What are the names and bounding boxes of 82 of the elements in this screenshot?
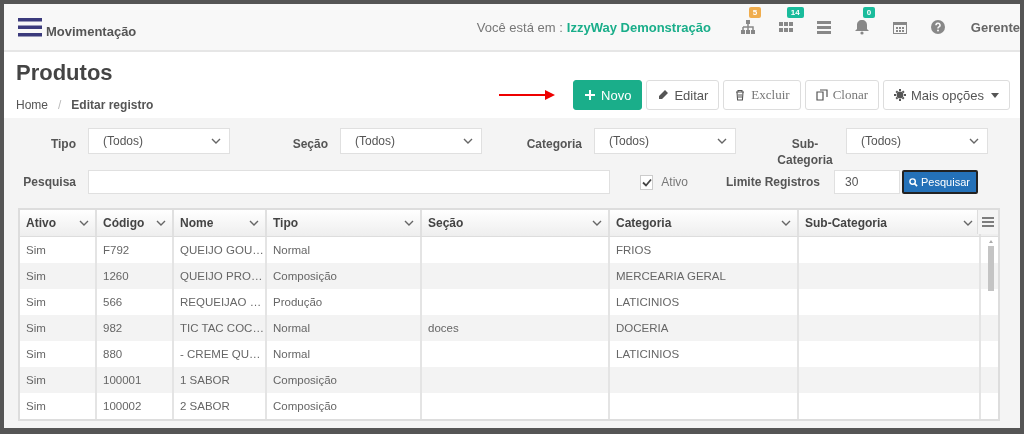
table-cell: Normal	[267, 315, 422, 341]
table-cell: doces	[422, 315, 610, 341]
sort-chevron-icon	[592, 219, 602, 227]
caret-icon	[991, 92, 999, 98]
ativo-checkbox[interactable]	[640, 174, 654, 190]
table-cell: Composição	[267, 393, 422, 419]
notification-badge: 5	[748, 7, 762, 18]
column-header[interactable]: Seção	[422, 210, 610, 236]
table-cell: Composição	[267, 263, 422, 289]
table-cell: QUEIJO PRO…	[174, 263, 267, 289]
table-cell: 100001	[97, 367, 174, 393]
column-header[interactable]: Nome	[174, 210, 267, 236]
table-cell: DOCERIA	[610, 315, 799, 341]
table-cell: Sim	[20, 263, 97, 289]
limit-field[interactable]: 30	[834, 170, 900, 194]
table-cell: 1 SABOR	[174, 367, 267, 393]
table-cell: Composição	[267, 367, 422, 393]
sitemap-icon[interactable]	[739, 19, 756, 35]
sort-chevron-icon	[404, 219, 414, 227]
column-header[interactable]: Tipo	[267, 210, 422, 236]
gear-icon	[894, 89, 906, 101]
filter-label: Categoria	[525, 136, 583, 152]
menu-icon	[982, 217, 994, 227]
chevron-icon	[463, 137, 473, 145]
menu-icon[interactable]	[18, 17, 42, 37]
table-cell: 100002	[97, 393, 174, 419]
grid-icon[interactable]	[777, 19, 794, 35]
bell-icon[interactable]	[853, 19, 870, 35]
column-header[interactable]: Categoria	[610, 210, 799, 236]
sort-chevron-icon	[249, 219, 259, 227]
filter-label: Seção	[291, 136, 329, 152]
column-header[interactable]: Ativo	[20, 210, 97, 236]
filter-label: Tipo	[49, 136, 77, 152]
breadcrumb-item[interactable]: Home	[16, 98, 48, 112]
location-label: Você está em :	[476, 19, 563, 35]
notification-badge: 14	[786, 7, 804, 18]
page-title: Produtos	[16, 60, 114, 86]
filter-label: Limite Registros	[724, 174, 821, 190]
search-icon	[909, 177, 918, 187]
column-menu-button[interactable]	[977, 210, 998, 234]
copy-icon	[815, 89, 828, 101]
toolbar-button[interactable]: Clonar	[804, 80, 879, 110]
arrow-icon	[499, 90, 556, 100]
menu-title: Movimentação	[46, 23, 137, 39]
list-icon[interactable]	[815, 19, 832, 35]
chevron-icon	[211, 137, 221, 145]
table-cell: MERCEARIA GERAL	[610, 263, 799, 289]
sort-chevron-icon	[781, 219, 791, 227]
breadcrumb-item: Editar registro	[71, 98, 154, 112]
filter-select[interactable]: (Todos)	[88, 128, 230, 154]
chevron-icon	[969, 137, 979, 145]
filter-select[interactable]: (Todos)	[846, 128, 988, 154]
user-menu[interactable]: Gerente	[970, 19, 1020, 35]
table-cell: TIC TAC COC…	[174, 315, 267, 341]
filter-label: Pesquisa	[22, 174, 77, 190]
breadcrumb-separator: /	[58, 98, 62, 112]
sort-chevron-icon	[79, 219, 89, 227]
table-cell: 982	[97, 315, 174, 341]
column-header[interactable]: Código	[97, 210, 174, 236]
notification-badge: 0	[862, 7, 876, 18]
search-field[interactable]	[88, 170, 610, 194]
sort-chevron-icon	[963, 219, 973, 227]
chevron-icon	[717, 137, 727, 145]
calendar-icon[interactable]	[891, 19, 908, 35]
table-cell: Sim	[20, 315, 97, 341]
table-cell: Sim	[20, 367, 97, 393]
trash-icon	[734, 89, 747, 101]
table-cell: Sim	[20, 393, 97, 419]
filter-select[interactable]: (Todos)	[594, 128, 736, 154]
plus-icon	[584, 89, 597, 101]
table-cell: 1260	[97, 263, 174, 289]
table-cell: 2 SABOR	[174, 393, 267, 419]
checkbox-label: Ativo	[661, 175, 688, 189]
filter-label: Sub-Categoria	[776, 136, 834, 168]
toolbar-button[interactable]: Mais opções	[883, 80, 1010, 110]
filter-select[interactable]: (Todos)	[340, 128, 482, 154]
toolbar-button[interactable]: Excluir	[723, 80, 801, 110]
toolbar-button[interactable]: Editar	[646, 80, 720, 110]
help-icon[interactable]	[929, 19, 946, 35]
sort-chevron-icon	[156, 219, 166, 227]
search-button[interactable]: Pesquisar	[902, 170, 978, 194]
pencil-icon	[657, 89, 670, 101]
